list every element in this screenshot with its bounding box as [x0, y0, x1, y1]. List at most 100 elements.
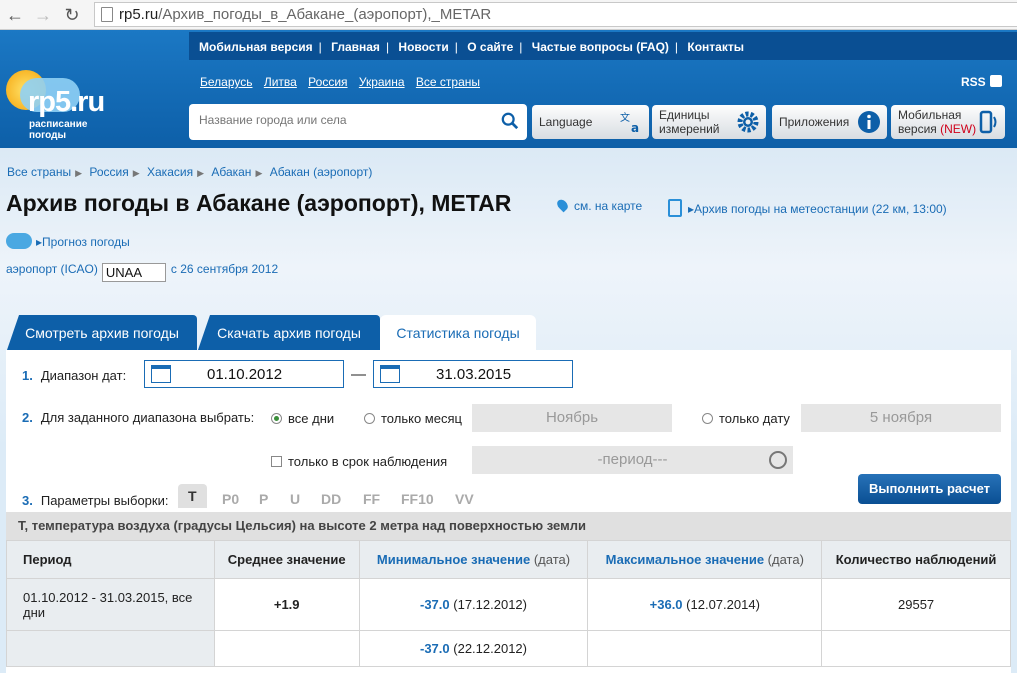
country-ukraine[interactable]: Украина — [359, 75, 405, 89]
param-tab-vv[interactable]: VV — [455, 491, 474, 507]
address-bar[interactable]: rp5.ru/Архив_погоды_в_Абакане_(аэропорт)… — [94, 2, 1017, 27]
logo-text: rp5.ru — [28, 86, 105, 118]
tab-view-archive[interactable]: Смотреть архив погоды — [7, 315, 197, 350]
nav-contacts[interactable]: Контакты — [687, 40, 744, 54]
param-tab-u[interactable]: U — [290, 491, 300, 507]
archive-cabinet-icon — [668, 199, 682, 217]
date-select[interactable]: 5 ноября — [801, 404, 1001, 432]
tab-weather-statistics[interactable]: Статистика погоды — [380, 315, 536, 350]
nav-about[interactable]: О сайте — [467, 40, 513, 54]
breadcrumb-russia[interactable]: Россия — [89, 165, 128, 179]
country-belarus[interactable]: Беларусь — [200, 75, 252, 89]
param-tab-dd[interactable]: DD — [321, 491, 341, 507]
param-tab-ff10[interactable]: FF10 — [401, 491, 434, 507]
country-russia[interactable]: Россия — [308, 75, 347, 89]
param-tab-p[interactable]: P — [259, 491, 268, 507]
icao-since: с 26 сентября 2012 — [170, 262, 279, 276]
cell-minimum: -37.0 (22.12.2012) — [358, 630, 589, 667]
country-all[interactable]: Все страны — [416, 75, 480, 89]
option-date-only[interactable]: только дату — [702, 411, 790, 426]
cell-maximum: +36.0 (12.07.2014) — [587, 578, 823, 631]
apps-button[interactable]: Приложения — [772, 105, 887, 139]
breadcrumb: Все страны ▶ Россия ▶ Хакасия ▶ Абакан ▶ Аба… — [7, 165, 373, 179]
rss-icon — [989, 75, 1002, 87]
nav-home[interactable]: Главная — [331, 40, 380, 54]
info-icon — [858, 111, 880, 133]
params-label: 3. Параметры выборки: — [22, 493, 169, 508]
cell-average: +1.9 — [213, 578, 360, 631]
cell-minimum: -37.0 (17.12.2012) — [358, 578, 589, 631]
statistics-table: Период Среднее значение Минимальное знач… — [6, 540, 1011, 667]
min-value-link[interactable]: -37.0 — [420, 597, 450, 612]
parameter-description: T, температура воздуха (градусы Цельсия)… — [6, 512, 1011, 540]
breadcrumb-khakassia[interactable]: Хакасия — [147, 165, 193, 179]
calendar-icon[interactable] — [151, 365, 171, 383]
col-average: Среднее значение — [213, 540, 360, 579]
date-separator: — — [351, 366, 366, 383]
forecast-link[interactable]: ▸Прогноз погоды — [6, 233, 130, 249]
browser-toolbar: ← → ↻ rp5.ru/Архив_погоды_в_Абакане_(аэр… — [0, 0, 1017, 30]
min-value-link[interactable]: -37.0 — [420, 641, 450, 656]
table-row: 01.10.2012 - 31.03.2015, все дни +1.9 -3… — [6, 578, 1011, 631]
radio-month-only[interactable] — [364, 413, 375, 424]
radio-date-only[interactable] — [702, 413, 713, 424]
language-button[interactable]: Language 文 a — [532, 105, 649, 139]
back-arrow-icon[interactable]: ← — [4, 4, 26, 26]
mobile-phone-icon — [979, 110, 997, 134]
table-header-row: Период Среднее значение Минимальное знач… — [6, 540, 1011, 579]
tab-download-archive[interactable]: Скачать архив погоды — [198, 315, 380, 350]
option-observation-only[interactable]: только в срок наблюдения — [271, 454, 447, 469]
cell-period — [6, 630, 215, 667]
gear-icon — [737, 111, 759, 133]
map-pin-icon — [555, 197, 570, 213]
month-select[interactable]: Ноябрь — [472, 404, 672, 432]
date-to-field[interactable]: 31.03.2015 — [373, 360, 573, 388]
cell-average — [213, 630, 360, 667]
search-box — [189, 104, 527, 140]
date-range-label: 1. Диапазон дат: — [22, 368, 127, 383]
reload-icon[interactable]: ↻ — [61, 4, 83, 26]
svg-text:a: a — [631, 121, 639, 134]
search-icon[interactable] — [501, 112, 519, 130]
calendar-icon[interactable] — [380, 365, 400, 383]
url-text: rp5.ru/Архив_погоды_в_Абакане_(аэропорт)… — [119, 6, 492, 23]
max-value-link[interactable]: +36.0 — [650, 597, 683, 612]
nav-mobile-version[interactable]: Мобильная версия — [199, 40, 313, 54]
cell-maximum — [587, 630, 823, 667]
nav-faq[interactable]: Частые вопросы (FAQ) — [532, 40, 669, 54]
forward-arrow-icon[interactable]: → — [32, 4, 54, 26]
icao-label: аэропорт (ICAO) — [6, 262, 98, 276]
period-select[interactable]: -период--- — [472, 446, 793, 474]
top-navigation: Мобильная версия | Главная | Новости | О са… — [189, 32, 1017, 60]
run-calculation-button[interactable]: Выполнить расчет — [858, 474, 1001, 504]
option-month-only[interactable]: только месяц — [364, 411, 462, 426]
breadcrumb-abakan-airport[interactable]: Абакан (аэропорт) — [270, 165, 373, 179]
nav-news[interactable]: Новости — [398, 40, 448, 54]
param-tab-ff[interactable]: FF — [363, 491, 380, 507]
map-link[interactable]: см. на карте — [555, 197, 642, 213]
logo-subtitle: расписание погоды — [29, 119, 88, 141]
cell-count: 29557 — [821, 578, 1011, 631]
svg-text:文: 文 — [620, 111, 630, 124]
option-all-days[interactable]: все дни — [271, 411, 334, 426]
rss-link[interactable]: RSS — [961, 75, 1002, 89]
station-archive-link[interactable]: ▸Архив погоды на метеостанции (22 км, 13… — [668, 199, 947, 217]
icao-input[interactable]: UNAA — [101, 263, 166, 282]
breadcrumb-all-countries[interactable]: Все страны — [7, 165, 71, 179]
country-lithuania[interactable]: Литва — [264, 75, 297, 89]
cell-count — [821, 630, 1011, 667]
search-input[interactable] — [199, 113, 489, 127]
range-select-label: 2. Для заданного диапазона выбрать: — [22, 410, 255, 425]
mobile-version-button[interactable]: Мобильная версия (NEW) — [891, 105, 1005, 139]
units-button[interactable]: Единицы измерений — [652, 105, 766, 139]
radio-all-days[interactable] — [271, 413, 282, 424]
translate-icon: 文 a — [620, 111, 639, 134]
col-period: Период — [6, 540, 215, 579]
date-from-field[interactable]: 01.10.2012 — [144, 360, 344, 388]
page-title: Архив погоды в Абакане (аэропорт), METAR — [6, 190, 512, 216]
checkbox-observation-only[interactable] — [271, 456, 282, 467]
param-tab-p0[interactable]: P0 — [222, 491, 239, 507]
cloud-sun-icon — [6, 233, 32, 249]
param-tab-t[interactable]: T — [178, 484, 207, 508]
breadcrumb-abakan[interactable]: Абакан — [211, 165, 251, 179]
